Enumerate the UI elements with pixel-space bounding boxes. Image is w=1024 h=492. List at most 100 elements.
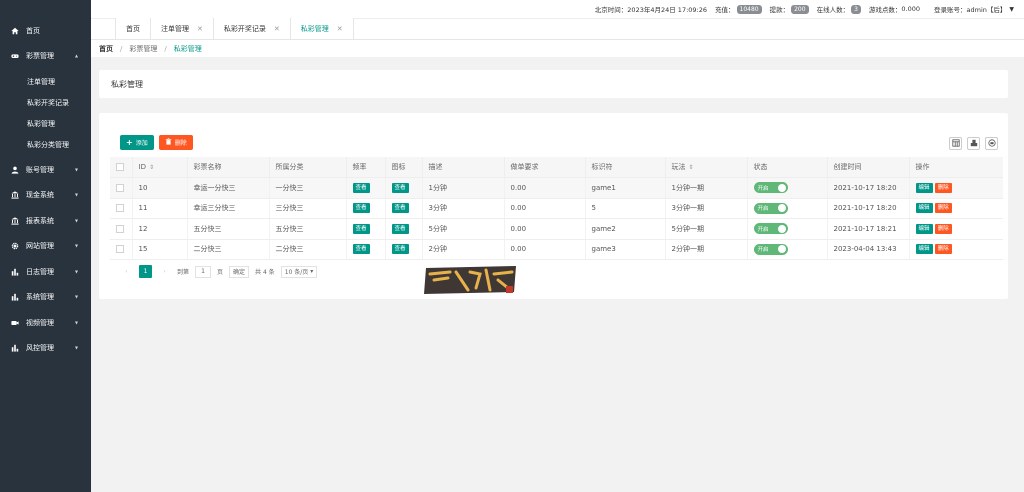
sidebar-item-label: 报表系统 <box>26 216 54 225</box>
delete-button[interactable]: 删除 <box>934 203 952 214</box>
checkbox[interactable] <box>116 183 124 192</box>
view-icon-button[interactable]: 查看 <box>391 203 409 214</box>
sidebar-item-lottery[interactable]: 彩票管理 ▴ <box>0 43 91 69</box>
delete-button[interactable]: 删除 <box>934 182 952 193</box>
sidebar-subitem-bets[interactable]: 注单管理 <box>0 71 91 92</box>
row-select[interactable] <box>110 198 133 219</box>
checkbox[interactable] <box>116 163 124 171</box>
tab-label: 私彩开奖记录 <box>223 24 266 33</box>
close-icon[interactable]: ✕ <box>197 25 203 33</box>
sort-icon[interactable]: ⇕ <box>149 164 154 171</box>
row-select[interactable] <box>110 218 133 240</box>
sidebar-item-accounts[interactable]: 账号管理 ▾ <box>0 157 91 183</box>
bank-icon <box>10 190 20 200</box>
cell-created: 2021-10-17 18:20 <box>827 177 910 199</box>
sidebar-subitem-private-lottery[interactable]: 私彩管理 <box>0 113 91 134</box>
page-input[interactable]: 1 <box>195 265 212 278</box>
topbar: 北京时间： 2023年4月24日 17:09:26 充值： 10480 提款： 200… <box>91 0 1024 18</box>
prev-page-button[interactable]: ‹ <box>120 265 133 278</box>
account-menu[interactable]: 登录账号： admin【后】 ▼ <box>934 4 1014 15</box>
view-frequency-button[interactable]: 查看 <box>352 223 370 234</box>
cell-name: 幸运三分快三 <box>187 198 270 219</box>
columns-filter-button[interactable] <box>949 137 962 150</box>
sidebar-item-logs[interactable]: 日志管理 ▾ <box>0 259 91 285</box>
cell-status: 开启 <box>747 198 828 219</box>
sidebar: 首页 彩票管理 ▴ 注单管理 私彩开奖记录 私彩管理 私彩分类管理 账号管理 ▾… <box>0 0 91 492</box>
page-unit: 页 <box>217 269 224 276</box>
print-button[interactable] <box>985 137 998 150</box>
sidebar-item-cash[interactable]: 现金系统 ▾ <box>0 183 91 209</box>
gear-icon <box>10 241 20 251</box>
table-row[interactable]: 10 幸运一分快三 一分快三 查看 查看 1分钟 0.00 game1 1分钟一… <box>110 177 1003 199</box>
table-row[interactable]: 12 五分快三 五分快三 查看 查看 5分钟 0.00 game2 5分钟一期 … <box>110 218 1003 240</box>
toggle-knob <box>777 204 786 213</box>
goto-confirm-button[interactable]: 确定 <box>229 265 250 278</box>
bank-icon <box>10 216 20 226</box>
sidebar-item-system[interactable]: 系统管理 ▾ <box>0 285 91 311</box>
time-value: 2023年4月24日 17:09:26 <box>627 6 708 14</box>
tab-draw-records[interactable]: 私彩开奖记录 ✕ <box>212 18 290 39</box>
header-label: ID <box>138 163 146 171</box>
view-icon-button[interactable]: 查看 <box>391 223 409 234</box>
header-id[interactable]: ID ⇕ <box>132 157 188 178</box>
delete-button[interactable]: 删除 <box>934 223 952 234</box>
status-toggle[interactable]: 开启 <box>753 202 788 214</box>
close-icon[interactable]: ✕ <box>274 25 280 33</box>
chevron-down-icon: ▾ <box>74 293 78 301</box>
add-button[interactable]: + 添加 <box>120 135 154 150</box>
edit-button[interactable]: 编辑 <box>915 203 933 214</box>
delete-button[interactable]: 删除 <box>934 244 952 255</box>
online-badge[interactable]: 3 <box>851 4 861 14</box>
checkbox[interactable] <box>116 245 124 254</box>
status-toggle[interactable]: 开启 <box>753 243 788 255</box>
recharge-badge[interactable]: 10480 <box>736 4 762 14</box>
batch-delete-button[interactable]: 删除 <box>158 135 193 150</box>
sidebar-item-reports[interactable]: 报表系统 ▾ <box>0 208 91 234</box>
table-row[interactable]: 15 二分快三 二分快三 查看 查看 2分钟 0.00 game3 2分钟一期 … <box>110 239 1003 260</box>
header-select-all[interactable] <box>110 157 133 178</box>
tab-bets[interactable]: 注单管理 ✕ <box>150 18 213 39</box>
video-icon <box>10 318 20 328</box>
breadcrumb-home[interactable]: 首页 <box>99 44 113 54</box>
edit-button[interactable]: 编辑 <box>915 182 933 193</box>
status-toggle[interactable]: 开启 <box>753 223 788 235</box>
sidebar-item-label: 首页 <box>26 26 40 35</box>
table-row[interactable]: 11 幸运三分快三 三分快三 查看 查看 3分钟 0.00 5 3分钟一期 开启… <box>110 198 1003 219</box>
cell-play: 1分钟一期 <box>665 177 748 199</box>
tab-private-lottery[interactable]: 私彩管理 ✕ <box>289 18 354 39</box>
withdraw-badge[interactable]: 200 <box>791 4 809 14</box>
checkbox[interactable] <box>116 204 124 213</box>
page-number-current[interactable]: 1 <box>139 265 152 278</box>
page-size-value: 10 条/页 <box>284 269 309 276</box>
edit-button[interactable]: 编辑 <box>915 244 933 255</box>
row-select[interactable] <box>110 177 133 199</box>
sidebar-item-risk[interactable]: 风控管理 ▾ <box>0 336 91 362</box>
view-frequency-button[interactable]: 查看 <box>352 203 370 214</box>
sidebar-subitem-categories[interactable]: 私彩分类管理 <box>0 134 91 155</box>
checkbox[interactable] <box>116 224 124 233</box>
tab-home[interactable]: 首页 <box>115 18 150 39</box>
header-play[interactable]: 玩法 ⇕ <box>665 157 748 178</box>
status-toggle[interactable]: 开启 <box>753 182 788 194</box>
sidebar-item-video[interactable]: 视频管理 ▾ <box>0 310 91 336</box>
next-page-button[interactable]: › <box>158 265 171 278</box>
view-icon-button[interactable]: 查看 <box>391 182 409 193</box>
sidebar-subitem-draw-records[interactable]: 私彩开奖记录 <box>0 92 91 113</box>
cell-category: 一分快三 <box>269 177 347 199</box>
export-button[interactable] <box>967 137 980 150</box>
view-icon-button[interactable]: 查看 <box>391 244 409 255</box>
edit-button[interactable]: 编辑 <box>915 223 933 234</box>
view-frequency-button[interactable]: 查看 <box>352 244 370 255</box>
pagination: ‹ 1 › 到第 1 页 确定 共 4 条 10 条/页 ▾ <box>120 265 318 278</box>
row-select[interactable] <box>110 239 133 260</box>
page-size-select[interactable]: 10 条/页 ▾ <box>280 265 318 278</box>
sidebar-item-home[interactable]: 首页 <box>0 18 91 44</box>
breadcrumb-lottery[interactable]: 彩票管理 <box>129 44 157 54</box>
sidebar-item-site[interactable]: 网站管理 ▾ <box>0 234 91 260</box>
home-icon <box>10 26 20 36</box>
view-frequency-button[interactable]: 查看 <box>352 182 370 193</box>
sort-icon[interactable]: ⇕ <box>689 164 694 171</box>
close-icon[interactable]: ✕ <box>337 25 343 33</box>
logo-graphic <box>424 266 516 294</box>
withdraw-stat: 提款： 200 <box>770 4 809 14</box>
